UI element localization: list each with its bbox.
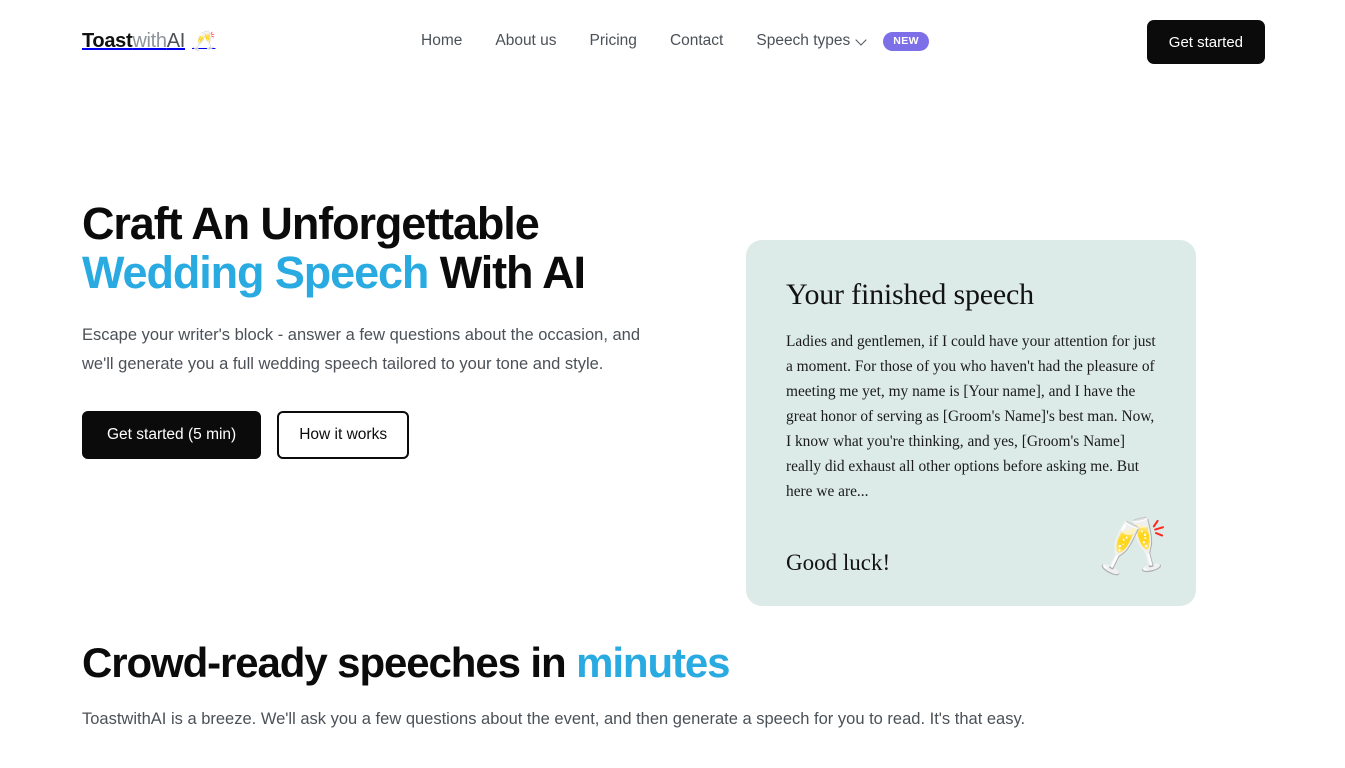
champagne-glasses-icon: 🥂 <box>1098 514 1168 577</box>
chevron-down-icon <box>857 35 867 45</box>
hero-content: Craft An Unforgettable Wedding Speech Wi… <box>82 198 682 459</box>
features-section: Crowd-ready speeches in minutes Toastwit… <box>82 639 1262 733</box>
logo[interactable]: Toast with AI 🥂 <box>82 30 216 53</box>
speech-card-title: Your finished speech <box>786 278 1034 311</box>
features-title: Crowd-ready speeches in minutes <box>82 639 1262 686</box>
nav-item-pricing[interactable]: Pricing <box>590 32 637 50</box>
hero-button-group: Get started (5 min) How it works <box>82 410 682 459</box>
features-title-accent: minutes <box>576 639 730 686</box>
logo-text-with: with <box>132 30 167 52</box>
speech-preview-card: Your finished speech Ladies and gentleme… <box>746 240 1196 606</box>
hero-title-accent: Wedding Speech <box>82 246 429 298</box>
logo-text-toast: Toast <box>82 30 133 52</box>
hero-title-line1: Craft An Unforgettable <box>82 198 540 249</box>
features-subtitle: ToastwithAI is a breeze. We'll ask you a… <box>82 710 1026 729</box>
hero-subtitle: Escape your writer's block - answer a fe… <box>82 326 641 373</box>
site-header: Toast with AI 🥂 Home About us Pricing Cont… <box>0 0 1345 85</box>
champagne-glasses-icon: 🥂 <box>192 31 216 52</box>
nav-item-home[interactable]: Home <box>421 32 462 50</box>
nav-item-speech-types-label: Speech types <box>756 32 851 50</box>
new-badge: NEW <box>883 32 929 51</box>
speech-card-body: Ladies and gentlemen, if I could have yo… <box>786 333 1156 500</box>
header-get-started-button[interactable]: Get started <box>1146 20 1265 64</box>
nav-item-contact[interactable]: Contact <box>670 32 723 50</box>
logo-text-ai: AI <box>166 30 186 52</box>
hero-title-tail: With AI <box>428 246 586 298</box>
hero-title: Craft An Unforgettable Wedding Speech Wi… <box>82 198 682 298</box>
speech-card-footer: Good luck! 🥂 <box>786 518 1168 576</box>
nav-item-about-us[interactable]: About us <box>495 32 556 50</box>
hero-section: Craft An Unforgettable Wedding Speech Wi… <box>0 85 1345 606</box>
hero-get-started-button[interactable]: Get started (5 min) <box>82 410 262 459</box>
how-it-works-button[interactable]: How it works <box>277 410 410 459</box>
nav-item-speech-types[interactable]: Speech types NEW <box>756 32 929 51</box>
features-title-main: Crowd-ready speeches in <box>82 639 577 686</box>
speech-card-closing: Good luck! <box>786 550 891 575</box>
main-navigation: Home About us Pricing Contact Speech typ… <box>421 32 929 51</box>
